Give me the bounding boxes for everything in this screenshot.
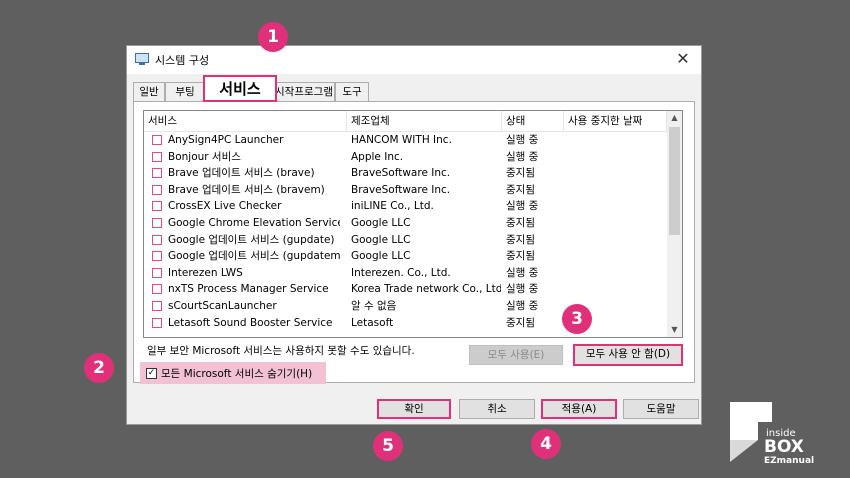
service-name: AnySign4PC Launcher xyxy=(168,134,284,146)
service-manufacturer: Google LLC xyxy=(351,216,411,229)
table-row[interactable]: Bonjour 서비스 Apple Inc. 실행 중 xyxy=(144,149,667,166)
table-row[interactable]: Brave 업데이트 서비스 (bravem) BraveSoftware Inc… xyxy=(144,182,667,199)
service-manufacturer: Interezen. Co., Ltd. xyxy=(351,266,451,279)
service-checkbox[interactable] xyxy=(152,317,162,328)
service-name: nxTS Process Manager Service xyxy=(168,283,329,296)
service-checkbox[interactable] xyxy=(152,168,162,179)
service-checkbox[interactable] xyxy=(152,217,162,228)
service-manufacturer: Korea Trade network Co., Ltd. xyxy=(351,283,501,296)
service-name: Google 업데이트 서비스 (gupdatem) xyxy=(168,250,340,263)
column-header-status[interactable]: 상태 xyxy=(502,111,564,131)
step-badge-1: 1 xyxy=(258,22,288,52)
table-row[interactable]: Google Chrome Elevation Service (... Goog… xyxy=(144,215,667,232)
service-status: 실행 중 xyxy=(506,266,539,279)
enable-all-button[interactable]: 모두 사용(E) xyxy=(469,345,563,365)
step-badge-2: 2 xyxy=(84,353,114,383)
table-row[interactable]: CrossEX Live Checker iniLINE Co., Ltd. 실행 … xyxy=(144,198,667,215)
microsoft-services-notice: 일부 보안 Microsoft 서비스는 사용하지 못할 수도 있습니다. xyxy=(147,345,415,357)
column-header-service[interactable]: 서비스 xyxy=(144,111,347,131)
service-status: 실행 중 xyxy=(506,200,539,213)
list-header: 서비스 제조업체 상태 사용 중지한 날짜 xyxy=(144,111,667,132)
help-button[interactable]: 도움말 xyxy=(623,399,699,419)
service-manufacturer: Google LLC xyxy=(351,250,411,263)
service-status: 중지됨 xyxy=(506,233,535,246)
title-bar: 시스템 구성 ✕ xyxy=(127,46,701,74)
scroll-down-icon[interactable]: ▼ xyxy=(667,323,682,337)
service-status: 중지됨 xyxy=(506,167,535,180)
service-checkbox[interactable] xyxy=(152,284,162,295)
service-name: Letasoft Sound Booster Service xyxy=(168,316,333,329)
table-row[interactable]: Interezen LWS Interezen. Co., Ltd. 실행 중 xyxy=(144,265,667,282)
service-manufacturer: 알 수 없음 xyxy=(351,299,397,312)
system-config-dialog: 시스템 구성 ✕ 일반 부팅 시작프로그램 도구 서비스 서비스 제조업체 상태… xyxy=(126,45,702,425)
scroll-thumb[interactable] xyxy=(669,127,680,235)
apply-button[interactable]: 적용(A) xyxy=(541,399,617,419)
tab-startup[interactable]: 시작프로그램 xyxy=(273,82,335,101)
service-checkbox[interactable] xyxy=(152,300,162,311)
service-manufacturer: HANCOM WITH Inc. xyxy=(351,134,452,146)
service-name: Brave 업데이트 서비스 (brave) xyxy=(168,167,315,180)
service-manufacturer: BraveSoftware Inc. xyxy=(351,167,451,180)
system-config-icon xyxy=(135,53,149,65)
services-list[interactable]: 서비스 제조업체 상태 사용 중지한 날짜 AnySign4PC Launche… xyxy=(143,110,683,338)
service-name: Bonjour 서비스 xyxy=(168,150,241,163)
service-checkbox[interactable] xyxy=(152,267,162,278)
table-row[interactable]: nxTS Process Manager Service Korea Trade … xyxy=(144,281,667,298)
service-status: 중지됨 xyxy=(506,316,535,329)
service-name: CrossEX Live Checker xyxy=(168,200,282,213)
service-checkbox[interactable] xyxy=(152,184,162,195)
disable-all-button[interactable]: 모두 사용 안 함(D) xyxy=(573,344,683,366)
cancel-button[interactable]: 취소 xyxy=(459,399,535,419)
table-row[interactable]: Google 업데이트 서비스 (gupdatem) Google LLC 중지됨 xyxy=(144,248,667,265)
service-status: 중지됨 xyxy=(506,216,535,229)
column-header-manufacturer[interactable]: 제조업체 xyxy=(347,111,502,131)
service-checkbox[interactable] xyxy=(152,201,162,212)
table-row[interactable]: Brave 업데이트 서비스 (brave) BraveSoftware Inc.… xyxy=(144,165,667,182)
table-row[interactable]: Google 업데이트 서비스 (gupdate) Google LLC 중지됨 xyxy=(144,232,667,249)
service-checkbox[interactable] xyxy=(152,151,162,162)
service-name: Brave 업데이트 서비스 (bravem) xyxy=(168,183,325,196)
hide-microsoft-services-checkbox[interactable]: ✓ xyxy=(146,368,157,379)
tab-tools[interactable]: 도구 xyxy=(335,82,369,101)
scroll-up-icon[interactable]: ▲ xyxy=(667,111,682,125)
window-title: 시스템 구성 xyxy=(155,54,210,67)
service-manufacturer: iniLINE Co., Ltd. xyxy=(351,200,434,213)
vertical-scrollbar[interactable]: ▲ ▼ xyxy=(667,111,682,337)
ok-button[interactable]: 확인 xyxy=(377,399,451,419)
hide-microsoft-services-label: 모든 Microsoft 서비스 숨기기(H) xyxy=(161,368,313,380)
service-status: 중지됨 xyxy=(506,183,535,196)
tab-general[interactable]: 일반 xyxy=(133,82,165,101)
close-button[interactable]: ✕ xyxy=(671,48,695,70)
service-status: 실행 중 xyxy=(506,299,539,312)
service-name: Google Chrome Elevation Service (... xyxy=(168,216,340,229)
service-name: sCourtScanLauncher xyxy=(168,299,277,312)
column-header-disabled-date[interactable]: 사용 중지한 날짜 xyxy=(564,111,667,131)
tab-boot[interactable]: 부팅 xyxy=(165,82,205,101)
step-badge-5: 5 xyxy=(373,431,403,461)
logo-text-box: BOX xyxy=(764,437,804,457)
service-status: 실행 중 xyxy=(506,150,539,163)
service-checkbox[interactable] xyxy=(152,135,162,145)
service-status: 중지됨 xyxy=(506,250,535,263)
tab-services[interactable]: 서비스 xyxy=(203,75,277,102)
service-status: 실행 중 xyxy=(506,283,539,296)
insidebox-logo: inside BOX EZmanual xyxy=(730,402,814,466)
step-badge-3: 3 xyxy=(562,304,592,334)
service-manufacturer: Google LLC xyxy=(351,233,411,246)
service-checkbox[interactable] xyxy=(152,234,162,245)
service-manufacturer: BraveSoftware Inc. xyxy=(351,183,451,196)
service-manufacturer: Apple Inc. xyxy=(351,150,404,163)
step-badge-4: 4 xyxy=(531,429,561,459)
service-checkbox[interactable] xyxy=(152,251,162,262)
services-rows: AnySign4PC Launcher HANCOM WITH Inc. 실행 중B… xyxy=(144,132,667,331)
logo-text-ezmanual: EZmanual xyxy=(764,456,814,466)
service-name: Interezen LWS xyxy=(168,266,243,279)
table-row[interactable]: AnySign4PC Launcher HANCOM WITH Inc. 실행 중 xyxy=(144,132,667,149)
service-manufacturer: Letasoft xyxy=(351,316,394,329)
hide-microsoft-services-option[interactable]: ✓ 모든 Microsoft 서비스 숨기기(H) xyxy=(140,362,326,384)
service-status: 실행 중 xyxy=(506,134,539,146)
service-name: Google 업데이트 서비스 (gupdate) xyxy=(168,233,335,246)
